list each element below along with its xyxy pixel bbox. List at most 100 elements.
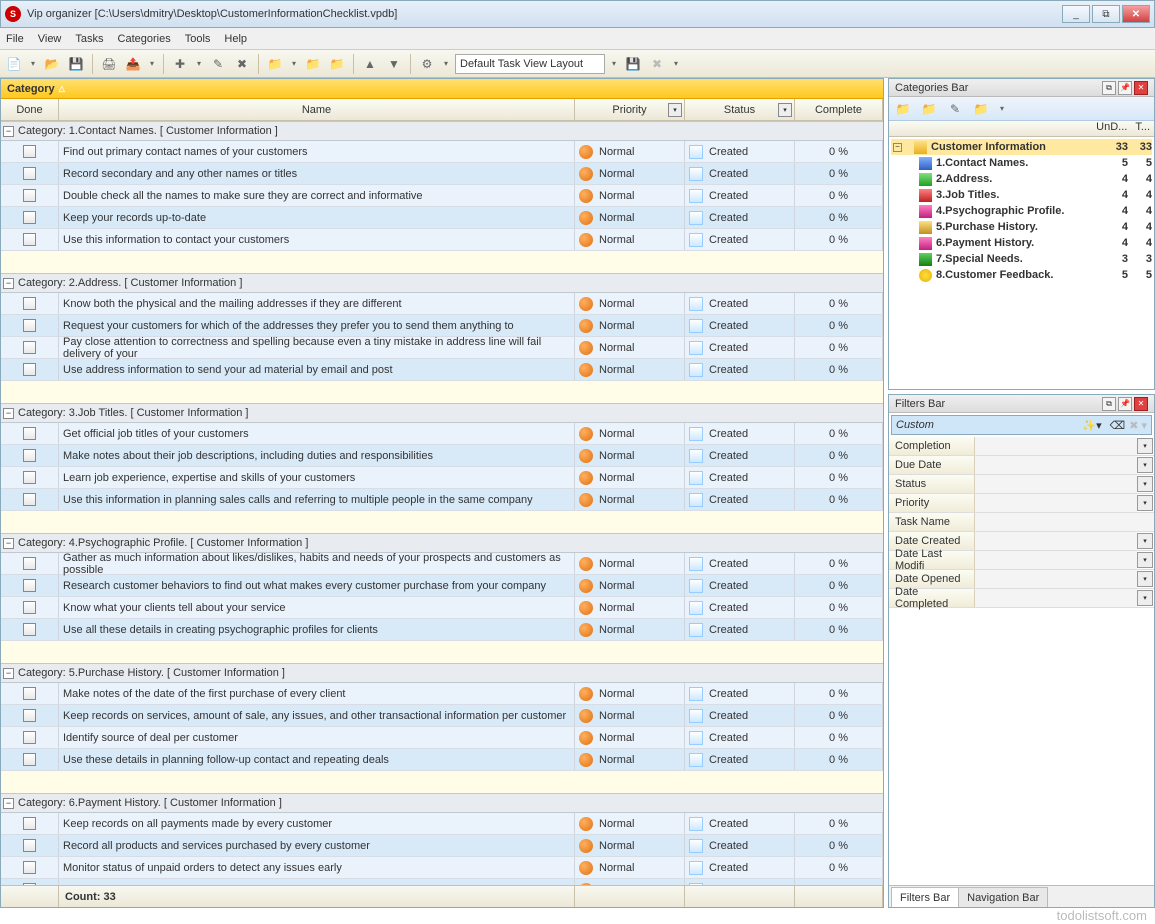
col-name[interactable]: Name bbox=[59, 99, 575, 120]
wand-icon[interactable]: ✨▾ bbox=[1082, 419, 1101, 432]
filter-dropdown-icon[interactable]: ▾ bbox=[778, 103, 792, 117]
filter-row[interactable]: Task Name bbox=[889, 513, 1154, 532]
task-row[interactable]: Identify source of deal per customerNorm… bbox=[1, 727, 883, 749]
menu-help[interactable]: Help bbox=[224, 33, 247, 45]
task-row[interactable]: Record all products and services purchas… bbox=[1, 835, 883, 857]
group-header[interactable]: −Category: 1.Contact Names. [ Customer I… bbox=[1, 121, 883, 141]
tree-item[interactable]: 8.Customer Feedback.55 bbox=[891, 267, 1152, 283]
col-status[interactable]: Status▾ bbox=[685, 99, 795, 120]
pin-icon[interactable]: 📌 bbox=[1118, 397, 1132, 411]
filter-row[interactable]: Status▾ bbox=[889, 475, 1154, 494]
task-row[interactable]: Know both the physical and the mailing a… bbox=[1, 293, 883, 315]
category-tree[interactable]: −Customer Information33331.Contact Names… bbox=[889, 137, 1154, 389]
folder-icon[interactable]: 📁 bbox=[265, 54, 285, 74]
collapse-icon[interactable]: − bbox=[3, 538, 14, 549]
done-checkbox[interactable] bbox=[23, 861, 36, 874]
dropdown-icon[interactable]: ▾ bbox=[1137, 552, 1153, 568]
save-layout-icon[interactable]: 💾 bbox=[623, 54, 643, 74]
export-icon[interactable]: 📤 bbox=[123, 54, 143, 74]
edit-cat-icon[interactable]: ✎ bbox=[945, 99, 965, 119]
done-checkbox[interactable] bbox=[23, 753, 36, 766]
col-done[interactable]: Done bbox=[1, 99, 59, 120]
layout-combo[interactable]: Default Task View Layout bbox=[455, 54, 605, 74]
col-priority[interactable]: Priority▾ bbox=[575, 99, 685, 120]
dropdown-icon[interactable]: ▾ bbox=[194, 59, 204, 68]
new-cat-icon[interactable]: 📁 bbox=[893, 99, 913, 119]
menu-tools[interactable]: Tools bbox=[185, 33, 211, 45]
done-checkbox[interactable] bbox=[23, 449, 36, 462]
dropdown-icon[interactable]: ▾ bbox=[997, 104, 1007, 113]
up-icon[interactable]: ▲ bbox=[360, 54, 380, 74]
done-checkbox[interactable] bbox=[23, 167, 36, 180]
collapse-icon[interactable]: − bbox=[3, 668, 14, 679]
task-row[interactable]: Learn job experience, expertise and skil… bbox=[1, 467, 883, 489]
group-header[interactable]: −Category: 4.Psychographic Profile. [ Cu… bbox=[1, 533, 883, 553]
filter-row[interactable]: Completion▾ bbox=[889, 437, 1154, 456]
close-icon[interactable]: ✕ bbox=[1134, 81, 1148, 95]
task-row[interactable]: Research customer behaviors to find out … bbox=[1, 575, 883, 597]
filter-row[interactable]: Date Last Modifi▾ bbox=[889, 551, 1154, 570]
dropdown-icon[interactable]: ▾ bbox=[28, 59, 38, 68]
collapse-icon[interactable]: − bbox=[3, 126, 14, 137]
folder-edit-icon[interactable]: 📁 bbox=[303, 54, 323, 74]
task-row[interactable]: Keep records on all payments made by eve… bbox=[1, 813, 883, 835]
collapse-icon[interactable]: − bbox=[3, 798, 14, 809]
done-checkbox[interactable] bbox=[23, 297, 36, 310]
menu-tasks[interactable]: Tasks bbox=[75, 33, 103, 45]
dropdown-icon[interactable]: ▾ bbox=[1137, 495, 1153, 511]
dropdown-icon[interactable]: ▾ bbox=[441, 59, 451, 68]
pin-icon[interactable]: 📌 bbox=[1118, 81, 1132, 95]
group-header[interactable]: −Category: 6.Payment History. [ Customer… bbox=[1, 793, 883, 813]
task-row[interactable]: Monitor status of unpaid orders to detec… bbox=[1, 857, 883, 879]
task-grid[interactable]: −Category: 1.Contact Names. [ Customer I… bbox=[1, 121, 883, 885]
del-icon[interactable]: ✖ ▾ bbox=[1129, 419, 1147, 432]
done-checkbox[interactable] bbox=[23, 471, 36, 484]
expand-icon[interactable]: − bbox=[893, 143, 902, 152]
tool-icon[interactable]: ⚙ bbox=[417, 54, 437, 74]
new-icon[interactable]: 📄 bbox=[4, 54, 24, 74]
done-checkbox[interactable] bbox=[23, 189, 36, 202]
done-checkbox[interactable] bbox=[23, 211, 36, 224]
close-icon[interactable]: ✕ bbox=[1134, 397, 1148, 411]
dropdown-icon[interactable]: ▾ bbox=[1137, 476, 1153, 492]
dropdown-icon[interactable]: ▾ bbox=[1137, 457, 1153, 473]
restore-icon[interactable]: ⧉ bbox=[1102, 397, 1116, 411]
delete-icon[interactable]: ✖ bbox=[232, 54, 252, 74]
tree-item[interactable]: 5.Purchase History.44 bbox=[891, 219, 1152, 235]
task-row[interactable]: Request your customers for which of the … bbox=[1, 315, 883, 337]
clear-icon[interactable]: ⌫ bbox=[1110, 419, 1126, 432]
task-row[interactable]: Make notes of the date of the first purc… bbox=[1, 683, 883, 705]
task-row[interactable]: Use address information to send your ad … bbox=[1, 359, 883, 381]
col-complete[interactable]: Complete bbox=[795, 99, 883, 120]
menu-file[interactable]: File bbox=[6, 33, 24, 45]
task-row[interactable]: Get official job titles of your customer… bbox=[1, 423, 883, 445]
filter-preset-combo[interactable]: Custom ✨▾ ⌫ ✖ ▾ bbox=[891, 415, 1152, 435]
dropdown-icon[interactable]: ▾ bbox=[289, 59, 299, 68]
dropdown-icon[interactable]: ▾ bbox=[671, 59, 681, 68]
maximize-button[interactable]: ⧉ bbox=[1092, 5, 1120, 23]
filter-row[interactable]: Priority▾ bbox=[889, 494, 1154, 513]
done-checkbox[interactable] bbox=[23, 817, 36, 830]
done-checkbox[interactable] bbox=[23, 687, 36, 700]
done-checkbox[interactable] bbox=[23, 839, 36, 852]
task-row[interactable]: Pay close attention to correctness and s… bbox=[1, 337, 883, 359]
dropdown-icon[interactable]: ▾ bbox=[1137, 571, 1153, 587]
done-checkbox[interactable] bbox=[23, 623, 36, 636]
tree-item[interactable]: 1.Contact Names.55 bbox=[891, 155, 1152, 171]
tree-item[interactable]: 7.Special Needs.33 bbox=[891, 251, 1152, 267]
task-row[interactable]: Keep records on services, amount of sale… bbox=[1, 705, 883, 727]
done-checkbox[interactable] bbox=[23, 579, 36, 592]
task-row[interactable]: Use this information to contact your cus… bbox=[1, 229, 883, 251]
task-row[interactable]: Use all these details in creating psycho… bbox=[1, 619, 883, 641]
done-checkbox[interactable] bbox=[23, 557, 36, 570]
done-checkbox[interactable] bbox=[23, 363, 36, 376]
tab-navigation[interactable]: Navigation Bar bbox=[958, 887, 1048, 907]
done-checkbox[interactable] bbox=[23, 233, 36, 246]
task-row[interactable]: Use this information in planning sales c… bbox=[1, 489, 883, 511]
del-cat-icon[interactable]: 📁 bbox=[971, 99, 991, 119]
task-row[interactable]: Find out primary contact names of your c… bbox=[1, 141, 883, 163]
print-icon[interactable]: 🖨 bbox=[99, 54, 119, 74]
task-row[interactable]: Record secondary and any other names or … bbox=[1, 163, 883, 185]
done-checkbox[interactable] bbox=[23, 319, 36, 332]
dropdown-icon[interactable]: ▾ bbox=[1137, 590, 1153, 606]
